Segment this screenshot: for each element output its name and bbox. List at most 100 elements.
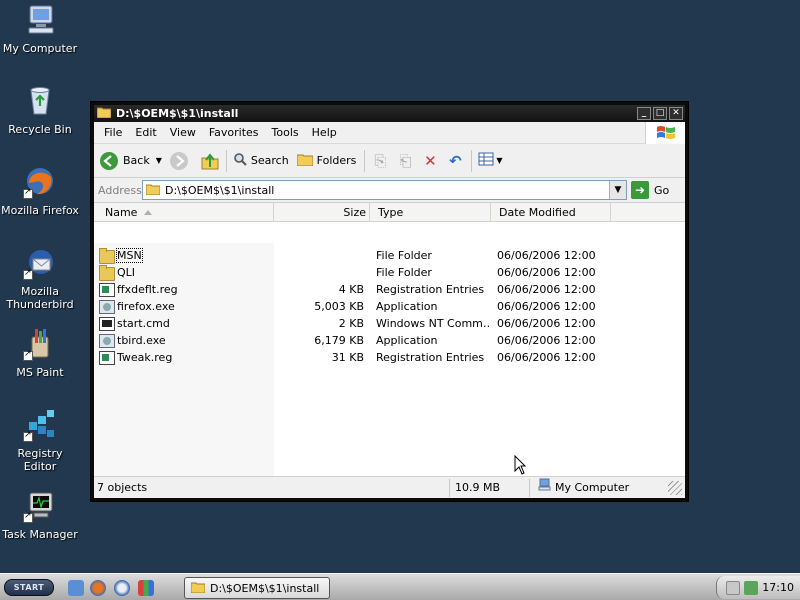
status-bar: 7 objects 10.9 MB My Computer — [94, 476, 685, 498]
forward-button[interactable] — [169, 151, 193, 170]
file-type: Windows NT Comm… — [376, 317, 491, 330]
network-icon[interactable] — [744, 580, 759, 595]
toolbar: Back ▼ Search Folders ⎘ ⎗ ✕ ↶ ▼ — [94, 144, 685, 178]
task-manager-icon — [23, 489, 57, 523]
desktop-icon-ms-paint[interactable]: MS Paint — [0, 327, 80, 401]
file-row[interactable]: QLI File Folder 06/06/2006 12:00 — [94, 264, 685, 281]
up-folder-icon[interactable] — [201, 152, 219, 170]
maximize-button[interactable]: □ — [653, 107, 667, 120]
registry-file-icon — [99, 282, 115, 297]
file-row[interactable]: MSN File Folder 06/06/2006 12:00 — [94, 247, 685, 264]
go-button[interactable]: ➜ Go — [631, 181, 669, 199]
file-row[interactable]: start.cmd 2 KB Windows NT Comm… 06/06/20… — [94, 315, 685, 332]
file-type: File Folder — [376, 249, 432, 262]
registry-file-icon — [99, 350, 115, 365]
file-type: File Folder — [376, 266, 432, 279]
menu-edit[interactable]: Edit — [135, 126, 156, 139]
address-input[interactable]: D:\$OEM$\$1\install ▼ — [142, 180, 627, 200]
registry-editor-icon — [23, 408, 57, 442]
firefox-icon[interactable] — [90, 580, 106, 596]
desktop-icon-label: Registry Editor — [17, 447, 63, 473]
folder-icon — [190, 581, 206, 596]
toolbar-separator — [225, 149, 227, 172]
desktop-icon-task-manager[interactable]: Task Manager — [0, 489, 80, 563]
menu-favorites[interactable]: Favorites — [209, 126, 259, 139]
file-row[interactable]: ffxdeflt.reg 4 KB Registration Entries 0… — [94, 281, 685, 298]
close-button[interactable]: ✕ — [669, 107, 683, 120]
go-label: Go — [654, 183, 670, 197]
thunderbird-icon[interactable] — [114, 580, 130, 596]
status-total-size: 10.9 MB — [450, 478, 530, 497]
file-date: 06/06/2006 12:00 — [497, 249, 596, 262]
title-bar[interactable]: D:\$OEM$\$1\install _ □ ✕ — [94, 105, 685, 122]
explorer-window: D:\$OEM$\$1\install _ □ ✕ File Edit View… — [90, 101, 689, 502]
paint-icon[interactable] — [138, 580, 154, 596]
menu-view[interactable]: View — [170, 126, 196, 139]
column-headers: Name Size Type Date Modified — [94, 203, 685, 222]
delete-icon[interactable]: ✕ — [421, 152, 439, 170]
undo-icon[interactable]: ↶ — [446, 152, 464, 170]
my-computer-icon — [538, 478, 551, 497]
shortcut-arrow-icon — [23, 187, 33, 199]
column-header-date-modified[interactable]: Date Modified — [491, 203, 611, 222]
file-type: Registration Entries — [376, 283, 485, 296]
search-button[interactable]: Search — [233, 152, 289, 169]
clock: 17:10 — [762, 581, 794, 594]
column-header-type[interactable]: Type — [370, 203, 491, 222]
forward-arrow-icon — [169, 151, 188, 170]
back-label: Back — [123, 154, 150, 167]
shortcut-arrow-icon — [23, 511, 33, 523]
file-row[interactable]: Tweak.reg 31 KB Registration Entries 06/… — [94, 349, 685, 366]
move-to-icon[interactable]: ⎘ — [371, 152, 389, 170]
file-date: 06/06/2006 12:00 — [497, 266, 596, 279]
desktop-icon-thunderbird[interactable]: Mozilla Thunderbird — [0, 246, 80, 320]
column-header-name[interactable]: Name — [94, 203, 274, 222]
desktop-icon-firefox[interactable]: Mozilla Firefox — [0, 165, 80, 239]
application-icon — [99, 333, 115, 348]
taskbar: START D:\$OEM$\$1\install 17:10 — [0, 573, 800, 600]
toolbar-separator — [471, 149, 473, 172]
address-dropdown-button[interactable]: ▼ — [609, 181, 626, 199]
safely-remove-hardware-icon[interactable] — [726, 580, 741, 595]
file-name: MSN — [116, 248, 143, 263]
windows-logo-icon — [645, 122, 685, 144]
file-type: Registration Entries — [376, 351, 485, 364]
column-header-label: Name — [105, 206, 138, 219]
views-dropdown-icon: ▼ — [496, 156, 503, 165]
resize-grip[interactable] — [668, 480, 682, 495]
desktop-icon-my-computer[interactable]: My Computer — [0, 3, 80, 77]
menu-tools[interactable]: Tools — [272, 126, 299, 139]
shortcut-arrow-icon — [23, 349, 33, 361]
recycle-bin-icon — [23, 84, 57, 118]
file-row[interactable]: firefox.exe 5,003 KB Application 06/06/2… — [94, 298, 685, 315]
folder-icon — [99, 264, 115, 281]
desktop-icon-registry-editor[interactable]: Registry Editor — [0, 408, 80, 482]
back-dropdown-icon[interactable]: ▼ — [156, 156, 162, 165]
back-button[interactable]: Back ▼ — [100, 151, 162, 170]
go-arrow-icon: ➜ — [631, 181, 649, 199]
show-desktop-icon[interactable] — [68, 580, 84, 596]
column-header-label: Size — [343, 206, 366, 219]
menu-help[interactable]: Help — [312, 126, 337, 139]
start-button[interactable]: START — [4, 579, 54, 596]
command-script-icon — [99, 316, 115, 331]
status-object-count: 7 objects — [94, 478, 450, 497]
folder-icon — [96, 106, 112, 121]
file-size: 2 KB — [338, 317, 364, 330]
minimize-button[interactable]: _ — [637, 107, 651, 120]
menu-file[interactable]: File — [104, 126, 122, 139]
file-row[interactable]: tbird.exe 6,179 KB Application 06/06/200… — [94, 332, 685, 349]
file-date: 06/06/2006 12:00 — [497, 300, 596, 313]
views-button[interactable]: ▼ — [478, 152, 503, 169]
taskbar-window-button[interactable]: D:\$OEM$\$1\install — [184, 577, 330, 599]
thunderbird-icon — [23, 246, 57, 280]
column-header-size[interactable]: Size — [274, 203, 370, 222]
column-header-filler — [611, 203, 685, 222]
sort-ascending-icon — [144, 210, 152, 215]
desktop-icon-recycle-bin[interactable]: Recycle Bin — [0, 84, 80, 158]
back-arrow-icon — [100, 151, 118, 170]
folder-icon — [145, 183, 161, 198]
copy-to-icon[interactable]: ⎗ — [396, 152, 414, 170]
shortcut-arrow-icon — [23, 268, 33, 280]
folders-button[interactable]: Folders — [296, 153, 356, 169]
